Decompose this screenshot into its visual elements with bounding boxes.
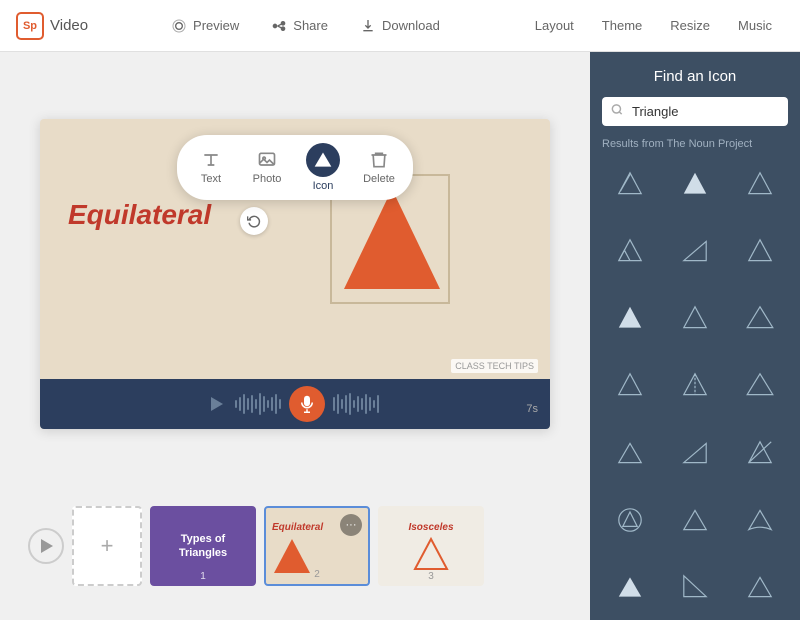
icon-item[interactable] bbox=[602, 561, 659, 613]
icon-item[interactable] bbox=[667, 427, 724, 479]
toolbar-popup: Text Photo Icon Delete bbox=[177, 135, 413, 200]
logo-icon: Sp bbox=[16, 12, 44, 40]
icon-item[interactable] bbox=[667, 225, 724, 277]
slide-1[interactable]: Types ofTriangles 1 bbox=[150, 506, 256, 586]
toolbar-delete-label: Delete bbox=[363, 173, 395, 185]
header-right-nav: Layout Theme Resize Music bbox=[523, 12, 784, 39]
toolbar-delete[interactable]: Delete bbox=[361, 150, 397, 185]
icon-item[interactable] bbox=[667, 359, 724, 411]
canvas-title: Equilateral bbox=[68, 199, 211, 231]
icon-item[interactable] bbox=[667, 494, 724, 546]
theme-button[interactable]: Theme bbox=[590, 12, 654, 39]
icon-item[interactable] bbox=[731, 158, 788, 210]
toolbar-photo-label: Photo bbox=[253, 173, 282, 185]
toolbar-text-label: Text bbox=[201, 173, 221, 185]
preview-label: Preview bbox=[193, 18, 239, 33]
icon-item[interactable] bbox=[602, 494, 659, 546]
logo-area: Sp Video bbox=[16, 12, 88, 40]
icon-item[interactable] bbox=[731, 292, 788, 344]
play-icon bbox=[211, 397, 223, 411]
mic-button[interactable] bbox=[289, 386, 325, 422]
slide-2-title: Equilateral bbox=[272, 522, 323, 533]
results-label: Results from The Noun Project bbox=[590, 138, 800, 158]
icon-item[interactable] bbox=[731, 427, 788, 479]
panel-title: Find an Icon bbox=[590, 52, 800, 97]
share-label: Share bbox=[293, 18, 328, 33]
header: Sp Video Preview Share Download Layout T… bbox=[0, 0, 800, 52]
toolbar-icon[interactable]: Icon bbox=[305, 143, 341, 192]
icon-panel: Find an Icon Results from The Noun Proje… bbox=[590, 52, 800, 620]
audio-bar: 7s bbox=[40, 379, 550, 429]
icon-item[interactable] bbox=[602, 158, 659, 210]
slide-more-menu[interactable]: ··· bbox=[340, 514, 362, 536]
share-button[interactable]: Share bbox=[257, 12, 342, 40]
icon-item[interactable] bbox=[602, 225, 659, 277]
header-nav: Preview Share Download bbox=[157, 12, 454, 40]
search-box bbox=[602, 97, 788, 126]
waveform-left bbox=[235, 393, 281, 415]
icon-item[interactable] bbox=[602, 427, 659, 479]
canvas-wrapper: Text Photo Icon Delete bbox=[20, 72, 570, 476]
main-area: Text Photo Icon Delete bbox=[0, 52, 800, 620]
music-button[interactable]: Music bbox=[726, 12, 784, 39]
play-arrow-icon bbox=[41, 539, 53, 553]
download-button[interactable]: Download bbox=[346, 12, 454, 40]
watermark: CLASS TECH TIPS bbox=[451, 359, 538, 373]
slide-2[interactable]: ··· Equilateral 2 bbox=[264, 506, 370, 586]
icon-item[interactable] bbox=[731, 561, 788, 613]
icon-item[interactable] bbox=[731, 494, 788, 546]
app-title: Video bbox=[50, 17, 88, 34]
slide-3-number: 3 bbox=[428, 571, 434, 582]
slide-2-number: 2 bbox=[314, 569, 320, 580]
icon-item[interactable] bbox=[667, 292, 724, 344]
icon-item[interactable] bbox=[602, 359, 659, 411]
audio-time: 7s bbox=[526, 403, 538, 415]
icon-item[interactable] bbox=[731, 225, 788, 277]
refresh-button[interactable] bbox=[240, 207, 268, 235]
editor-area: Text Photo Icon Delete bbox=[0, 52, 590, 620]
add-slide-button[interactable]: + bbox=[72, 506, 142, 586]
icons-grid bbox=[590, 158, 800, 620]
toolbar-icon-label: Icon bbox=[313, 180, 334, 192]
toolbar-photo[interactable]: Photo bbox=[249, 150, 285, 185]
toolbar-text[interactable]: Text bbox=[193, 150, 229, 185]
search-input[interactable] bbox=[602, 97, 788, 126]
preview-button[interactable]: Preview bbox=[157, 12, 253, 40]
slide-3[interactable]: Isosceles 3 bbox=[378, 506, 484, 586]
slide-1-number: 1 bbox=[200, 571, 206, 582]
icon-item[interactable] bbox=[731, 359, 788, 411]
play-button[interactable] bbox=[28, 528, 64, 564]
waveform-right bbox=[333, 393, 379, 415]
toolbar-icon-bg bbox=[306, 143, 340, 177]
download-label: Download bbox=[382, 18, 440, 33]
icon-item[interactable] bbox=[602, 292, 659, 344]
icon-item[interactable] bbox=[667, 561, 724, 613]
canvas[interactable]: Text Photo Icon Delete bbox=[40, 119, 550, 429]
resize-button[interactable]: Resize bbox=[658, 12, 722, 39]
layout-button[interactable]: Layout bbox=[523, 12, 586, 39]
filmstrip: + Types ofTriangles 1 ··· Equilateral 2 bbox=[20, 492, 570, 600]
search-icon bbox=[610, 102, 624, 121]
icon-item[interactable] bbox=[667, 158, 724, 210]
